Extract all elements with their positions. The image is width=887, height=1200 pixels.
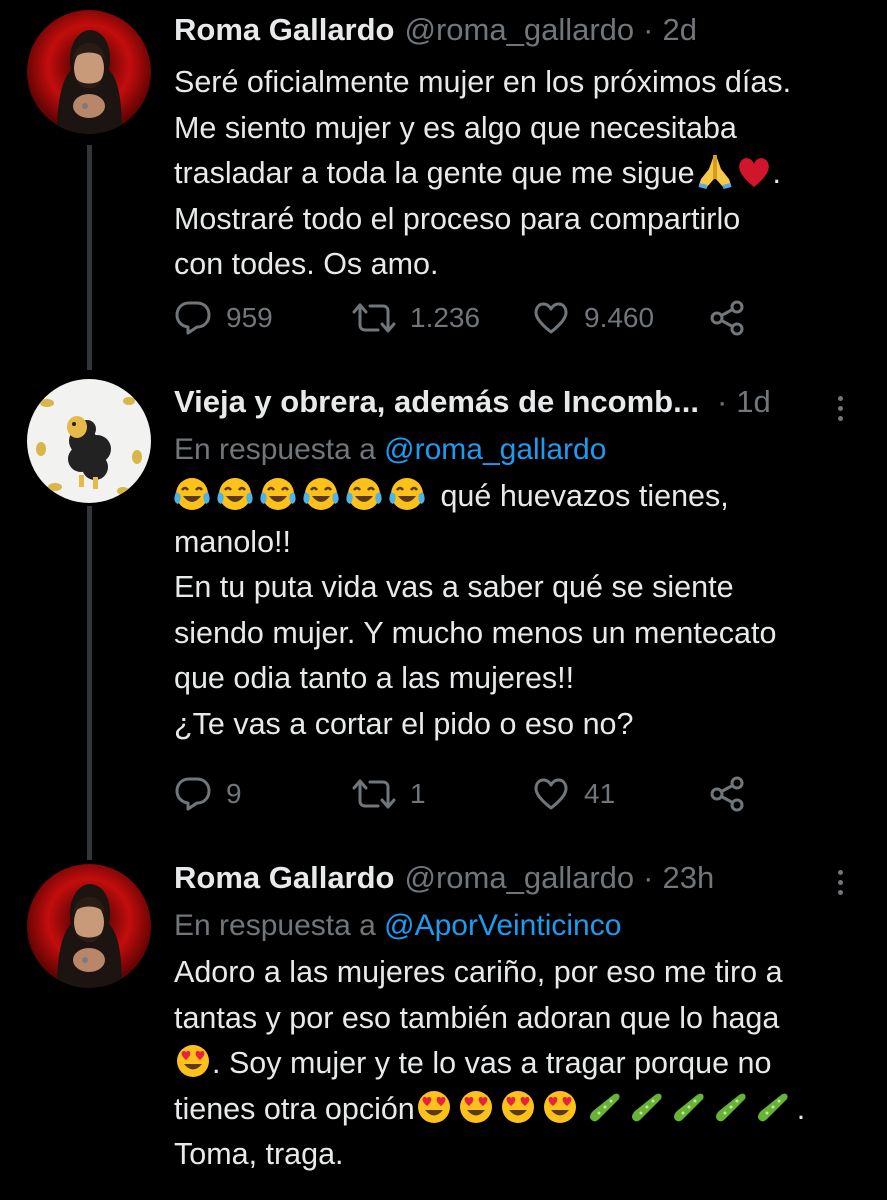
reply-to-prefix: En respuesta a [174, 433, 385, 466]
reply-to-prefix: En respuesta a [174, 909, 385, 942]
tweet-header: Roma Gallardo @roma_gallardo · 23h [174, 862, 857, 902]
tears-of-joy-emoji [174, 476, 426, 512]
reply-context: En respuesta a @AporVeinticinco [174, 904, 857, 948]
retweet-count: 1 [410, 778, 426, 809]
roma-avatar-image [27, 10, 151, 134]
tweet-line: Seré oficialmente mujer en los próximos … [174, 65, 792, 99]
like-count: 9.460 [584, 302, 655, 333]
tweet-3[interactable]: Roma Gallardo @roma_gallardo · 23h En re… [0, 844, 887, 1200]
tweet-line: que odia tanto a las mujeres!! [174, 661, 575, 695]
tweet-line-suffix: qué huevazos tienes, [432, 479, 729, 513]
display-name[interactable]: Roma Gallardo [174, 14, 395, 45]
tweet-line: trasladar a toda la gente que me sigue. [174, 151, 857, 197]
avatar[interactable] [27, 10, 151, 134]
reply-context: En respuesta a @roma_gallardo [174, 428, 857, 472]
retweet-count: 1.236 [410, 302, 481, 333]
user-handle[interactable]: @roma_gallardo [405, 862, 635, 893]
tweet-line: con todes. Os amo. [174, 247, 439, 281]
reply-to-mention[interactable]: @AporVeinticinco [384, 909, 621, 942]
tweet-line-text: trasladar a toda la gente que me sigue [174, 156, 695, 190]
roma-avatar-image [27, 864, 151, 988]
like-icon [534, 302, 568, 334]
tweet-line: qué huevazos tienes, [174, 474, 857, 520]
reply-to-mention[interactable]: @roma_gallardo [384, 433, 606, 466]
heart-eyes-emoji [177, 1045, 209, 1077]
more-icon[interactable] [825, 862, 855, 902]
red-heart-emoji [738, 158, 769, 187]
tweet-header: Vieja y obrera, además de Incomb... · 1d [174, 386, 857, 426]
reply-icon [175, 301, 211, 335]
retweet-icon [352, 779, 396, 809]
timestamp[interactable]: 2d [662, 14, 696, 45]
tweet-line: En tu puta vida vas a saber qué se sient… [174, 570, 734, 604]
reply-count: 9 [226, 778, 242, 809]
separator-dot: · [643, 860, 654, 895]
tweet-2[interactable]: Vieja y obrera, además de Incomb... · 1d… [0, 366, 887, 860]
more-icon[interactable] [825, 388, 855, 428]
folded-hands-emoji [698, 155, 732, 189]
share-button[interactable] [708, 774, 746, 814]
like-count: 41 [584, 778, 616, 809]
tweet-line: ¿Te vas a cortar el pido o eso no? [174, 706, 634, 741]
tweet-line: Mostraré todo el proceso para compartirl… [174, 201, 741, 236]
tweet-line: siendo mujer. Y mucho menos un mentecato [174, 615, 777, 650]
like-button[interactable]: 9.460 [532, 298, 654, 338]
tweet-text: Seré oficialmente mujer en los próximos … [174, 60, 857, 288]
thread-connector-line [87, 145, 92, 370]
tweet-line: Me siento mujer y es algo que necesitaba [174, 110, 737, 145]
sheep-avatar-image [27, 379, 151, 503]
display-name[interactable]: Roma Gallardo [174, 862, 395, 893]
share-button[interactable] [708, 298, 746, 338]
reply-button[interactable]: 9 [174, 774, 242, 814]
heart-eyes-emoji-row [417, 1090, 576, 1123]
tweet-text: Adoro a las mujeres cariño, por eso me t… [174, 950, 857, 1178]
share-icon [710, 300, 744, 336]
tweet-header: Roma Gallardo @roma_gallardo · 2d [174, 14, 857, 54]
tweet-line: tantas y por eso también adoran que lo h… [174, 1000, 780, 1035]
timestamp[interactable]: 1d [736, 386, 770, 417]
tweet-line-text: tienes otra opción [174, 1091, 415, 1126]
reply-count: 959 [226, 302, 273, 333]
user-handle[interactable]: @roma_gallardo [405, 14, 635, 45]
like-icon [534, 778, 568, 810]
tweet-line-suffix: . [772, 156, 782, 190]
separator-dot: · [716, 384, 728, 419]
reply-button[interactable]: 959 [174, 298, 273, 338]
retweet-button[interactable]: 1 [352, 774, 426, 814]
like-button[interactable]: 41 [532, 774, 615, 814]
retweet-icon [352, 303, 396, 333]
retweet-button[interactable]: 1.236 [352, 298, 480, 338]
reply-icon [175, 777, 211, 811]
tweet-line-text: . Soy mujer y te lo vas a tragar porque … [212, 1046, 772, 1080]
tweet-1[interactable]: Roma Gallardo @roma_gallardo · 2d Seré o… [0, 0, 887, 370]
tweet-line: . Soy mujer y te lo vas a tragar porque … [174, 1041, 857, 1087]
tweet-line-suffix: . [796, 1091, 806, 1126]
display-name[interactable]: Vieja y obrera, además de Incomb... [174, 386, 699, 417]
thread-connector-line [87, 506, 92, 860]
tweet-line: Toma, traga. [174, 1137, 344, 1171]
tweet-line: tienes otra opción. [174, 1087, 857, 1133]
tweet-thread: Roma Gallardo @roma_gallardo · 2d Seré o… [0, 0, 887, 1200]
tweet-text: qué huevazos tienes, manolo!! En tu puta… [174, 474, 857, 747]
tweet-line: manolo!! [174, 524, 291, 559]
cucumber-emoji-row [589, 1093, 788, 1121]
share-icon [710, 776, 744, 812]
crying-laughing-emoji-row [174, 476, 432, 513]
avatar[interactable] [27, 864, 151, 988]
separator-dot: · [643, 12, 654, 47]
tweet-line: Adoro a las mujeres cariño, por eso me t… [174, 955, 783, 989]
avatar[interactable] [27, 379, 151, 503]
timestamp[interactable]: 23h [662, 862, 714, 893]
